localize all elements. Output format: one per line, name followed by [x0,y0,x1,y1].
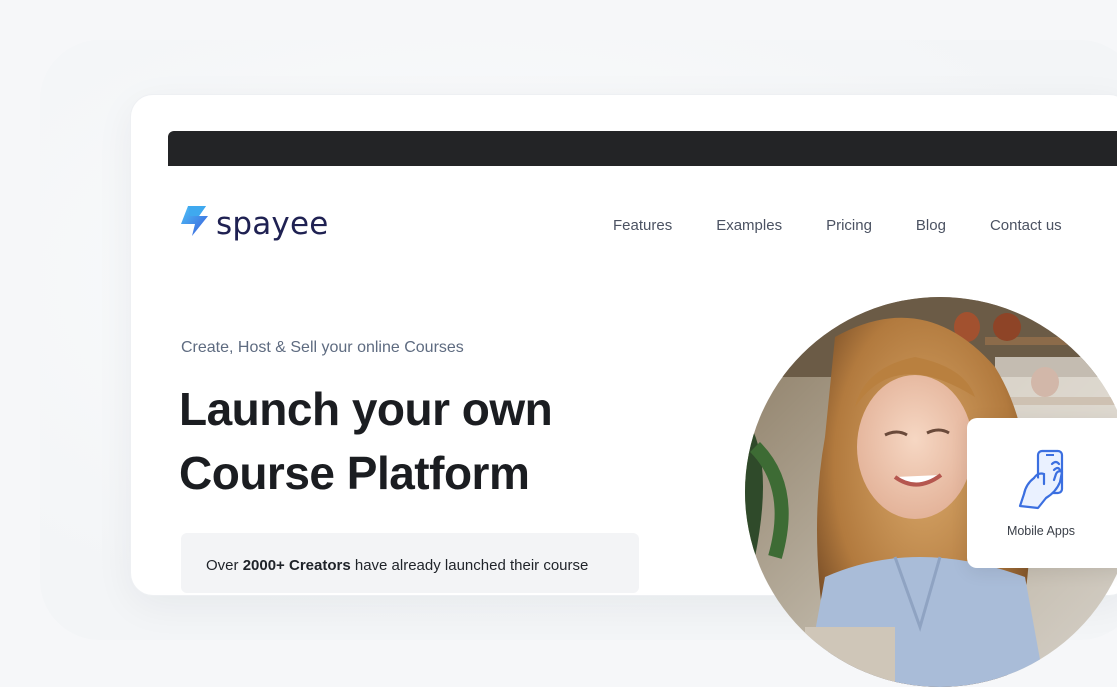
brand-logo[interactable]: spayee [180,205,329,242]
creators-count: 2000+ Creators [242,557,351,574]
main-nav: Features Examples Pricing Blog Contact u… [613,217,1062,234]
creators-prefix: Over [206,557,243,574]
creators-text: Over 2000+ Creators have already launche… [206,557,588,574]
mobile-apps-card[interactable]: Mobile Apps [967,418,1117,568]
headline-line-1: Launch your own [179,383,553,435]
headline-line-2: Course Platform [179,447,530,499]
nav-item-contact-us[interactable]: Contact us [990,217,1062,234]
nav-item-blog[interactable]: Blog [916,217,946,234]
hero-headline: Launch your own Course Platform [179,377,699,505]
nav-item-pricing[interactable]: Pricing [826,217,872,234]
nav-item-features[interactable]: Features [613,217,672,234]
mobile-apps-label: Mobile Apps [1006,524,1076,538]
brand-name: spayee [216,205,329,242]
browser-top-bar [168,131,1117,166]
creators-suffix: have already launched their course [350,557,589,574]
lightning-bolt-icon [181,206,208,236]
creators-callout: Over 2000+ Creators have already launche… [181,533,639,593]
nav-item-examples[interactable]: Examples [716,217,782,234]
hero-eyebrow: Create, Host & Sell your online Courses [181,339,464,356]
mobile-app-hand-icon [1018,449,1064,510]
